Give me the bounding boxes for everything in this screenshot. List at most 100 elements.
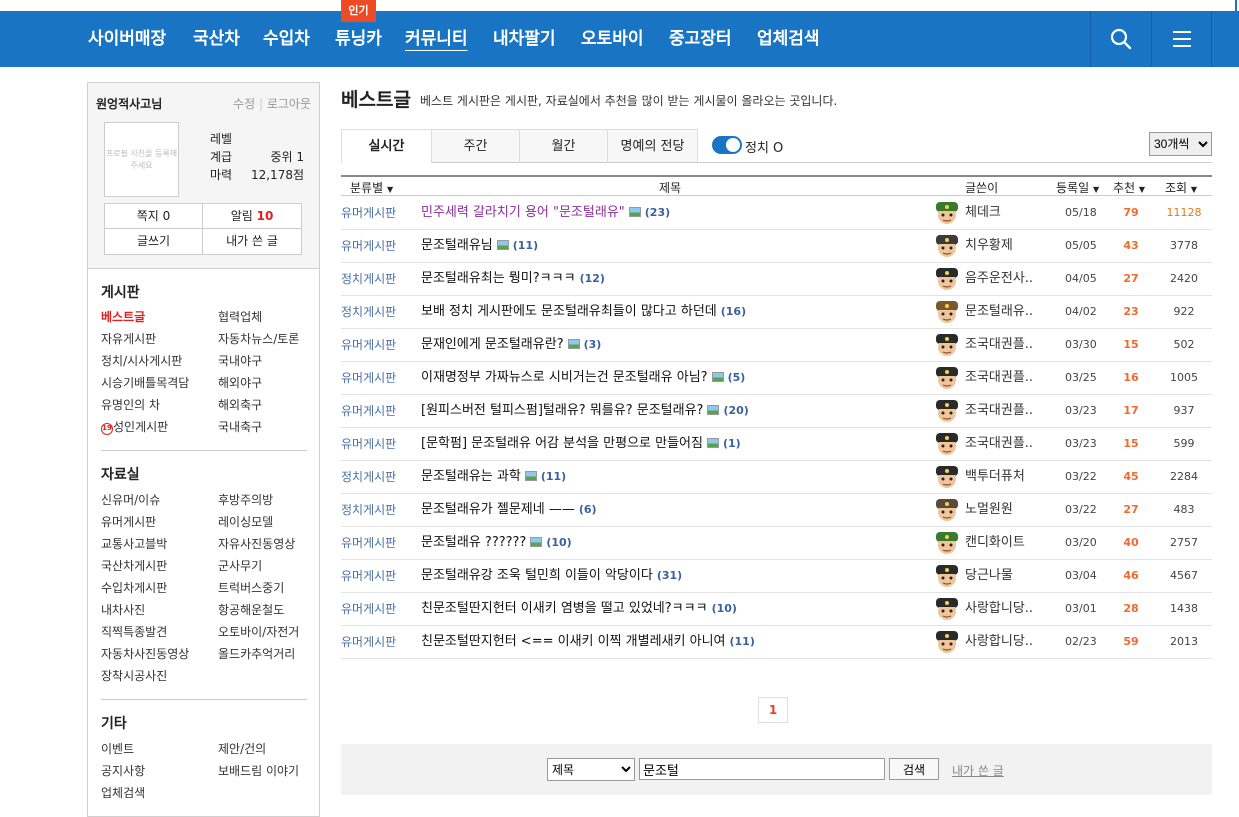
search-input[interactable] [639,758,885,780]
sidebar-item-racing-model[interactable]: 레이싱모델 [218,513,273,530]
page-button-current[interactable]: 1 [758,697,788,723]
post-title-link[interactable]: 문조털래유가 젤문제네 —— (6) [421,494,597,526]
search-button[interactable] [1090,11,1151,67]
sidebar-item-humor[interactable]: 유머게시판 [101,513,156,530]
post-title-link[interactable]: 친문조털딴지헌터 <== 이새키 이찍 개별레새키 아니여 (11) [421,626,755,658]
nav-item-business-search[interactable]: 업체검색 [757,11,820,67]
tab-weekly[interactable]: 주간 [431,129,520,163]
sidebar-item-domestic-board[interactable]: 국산차게시판 [101,557,167,574]
post-author[interactable]: 조국대권플.. [965,362,1033,394]
sidebar-item-spotted[interactable]: 직찍특종발견 [101,623,167,640]
sidebar-item-event[interactable]: 이벤트 [101,740,134,757]
post-category[interactable]: 정치게시판 [341,461,396,493]
sidebar-item-best[interactable]: 베스트글 [101,308,145,325]
column-date[interactable]: 등록일 ▼ [1056,179,1099,196]
post-title-link[interactable]: 친문조털딴지헌터 이새키 염병을 떨고 있었네?ㅋㅋㅋ (10) [421,593,737,625]
search-submit-button[interactable]: 검색 [889,758,939,780]
post-title-link[interactable]: 보배 정치 게시판에도 문조털래유최들이 많다고 하던데 (16) [421,296,746,328]
tab-monthly[interactable]: 월간 [519,129,608,163]
post-category[interactable]: 유머게시판 [341,626,396,658]
post-title-link[interactable]: 이재명정부 가짜뉴스로 시비거는건 문조털래유 아님? (5) [421,362,745,394]
sidebar-item-adult[interactable]: 19성인게시판 [101,418,168,435]
sidebar-item-accident[interactable]: 교통사고블박 [101,535,167,552]
sidebar-item-test-drive[interactable]: 시승기배틀목격담 [101,374,189,391]
my-posts-link[interactable]: 내가 쓴 글 [952,762,1004,779]
sidebar-item-suggestion[interactable]: 제안/건의 [218,740,266,757]
post-category[interactable]: 유머게시판 [341,560,396,592]
post-title-link[interactable]: 문재인에게 문조털래유란? (3) [421,329,601,361]
post-author[interactable]: 사랑합니당.. [965,593,1033,625]
my-posts-button[interactable]: 내가 쓴 글 [203,229,301,254]
column-recommend[interactable]: 추천 ▼ [1113,179,1145,196]
post-title-link[interactable]: 문조털래유 ?????? (10) [421,527,572,559]
post-author[interactable]: 사랑합니당.. [965,626,1033,658]
sidebar-item-celebrity-car[interactable]: 유명인의 차 [101,396,160,413]
post-author[interactable]: 문조털래유.. [965,296,1033,328]
edit-profile-link[interactable]: 수정 [233,97,255,111]
sidebar-item-notice[interactable]: 공지사항 [101,762,145,779]
sidebar-item-old-car[interactable]: 올드카추억거리 [218,645,295,662]
politics-toggle[interactable] [712,136,742,154]
post-author[interactable]: 조국대권플.. [965,329,1033,361]
post-category[interactable]: 유머게시판 [341,395,396,427]
sidebar-item-world-soccer[interactable]: 해외축구 [218,396,262,413]
post-title-link[interactable]: [문학펌] 문조털래유 어감 분석을 만평으로 만들어짐 (1) [421,428,741,460]
post-title-link[interactable]: 문조털래유강 조욱 털민희 이들이 악당이다 (31) [421,560,682,592]
post-category[interactable]: 유머게시판 [341,362,396,394]
post-category[interactable]: 유머게시판 [341,593,396,625]
post-author[interactable]: 캔디화이트 [965,527,1025,559]
sidebar-item-truck-bus[interactable]: 트럭버스중기 [218,579,284,596]
nav-item-sell-my-car[interactable]: 내차팔기 [493,11,556,67]
post-author[interactable]: 조국대권플.. [965,428,1033,460]
sidebar-item-kbo[interactable]: 국내야구 [218,352,262,369]
post-author[interactable]: 치우황제 [965,230,1013,262]
post-author[interactable]: 조국대권플.. [965,395,1033,427]
write-button[interactable]: 글쓰기 [105,229,203,254]
menu-button[interactable] [1151,11,1212,67]
post-title-link[interactable]: 문조털래유님 (11) [421,230,538,262]
sidebar-item-free-board[interactable]: 자유게시판 [101,330,156,347]
post-category[interactable]: 정치게시판 [341,296,396,328]
post-category[interactable]: 정치게시판 [341,494,396,526]
tab-hall-of-fame[interactable]: 명예의 전당 [607,129,698,163]
post-category[interactable]: 유머게시판 [341,329,396,361]
tab-realtime[interactable]: 실시간 [341,129,432,163]
sidebar-item-military[interactable]: 군사무기 [218,557,262,574]
sidebar-item-partners[interactable]: 협력업체 [218,308,262,325]
column-views[interactable]: 조회 ▼ [1165,179,1197,196]
sidebar-item-install-photo[interactable]: 장착시공사진 [101,667,167,684]
sidebar-item-politics[interactable]: 정치/시사게시판 [101,352,182,369]
post-category[interactable]: 유머게시판 [341,230,396,262]
sidebar-item-aviation[interactable]: 항공해운철도 [218,601,284,618]
post-author[interactable]: 음주운전사.. [965,263,1033,295]
post-title-link[interactable]: 문조털래유최는 뭥미?ㅋㅋㅋ (12) [421,263,605,295]
sidebar-item-free-video[interactable]: 자유사진동영상 [218,535,295,552]
alerts-button[interactable]: 알림 10 [203,204,301,229]
sidebar-item-car-news[interactable]: 자동차뉴스/토론 [218,330,299,347]
sidebar-item-new-humor[interactable]: 신유머/이슈 [101,491,160,508]
sidebar-item-mlb[interactable]: 해외야구 [218,374,262,391]
sidebar-item-bobae-story[interactable]: 보배드림 이야기 [218,762,299,779]
profile-photo-placeholder[interactable]: 프로필 사진을 등록해주세요 [104,122,179,197]
sidebar-item-rear-caution[interactable]: 후방주의방 [218,491,273,508]
nav-item-cyber-store[interactable]: 사이버매장 [88,11,166,67]
logout-link[interactable]: 로그아웃 [267,97,311,111]
post-title-link[interactable]: 민주세력 갈라치기 용어 "문조털래유" (23) [421,197,670,229]
post-author[interactable]: 체데크 [965,197,1001,229]
post-title-link[interactable]: 문조털래유는 과학 (11) [421,461,566,493]
nav-item-motorcycle[interactable]: 오토바이 [581,11,644,67]
post-category[interactable]: 유머게시판 [341,197,396,229]
sidebar-item-imported-board[interactable]: 수입차게시판 [101,579,167,596]
items-per-page-select[interactable]: 30개씩 [1149,132,1212,156]
post-category[interactable]: 유머게시판 [341,527,396,559]
sidebar-item-business-search[interactable]: 업체검색 [101,784,145,801]
column-category[interactable]: 분류별 ▼ [350,179,393,196]
nav-item-imported-car[interactable]: 수입차 [263,11,310,67]
sidebar-item-my-car-photo[interactable]: 내차사진 [101,601,145,618]
post-category[interactable]: 유머게시판 [341,428,396,460]
post-category[interactable]: 정치게시판 [341,263,396,295]
sidebar-item-car-video[interactable]: 자동차사진동영상 [101,645,189,662]
notes-button[interactable]: 쪽지 0 [105,204,203,229]
post-author[interactable]: 백투더퓨처 [965,461,1025,493]
post-author[interactable]: 당근나물 [965,560,1013,592]
